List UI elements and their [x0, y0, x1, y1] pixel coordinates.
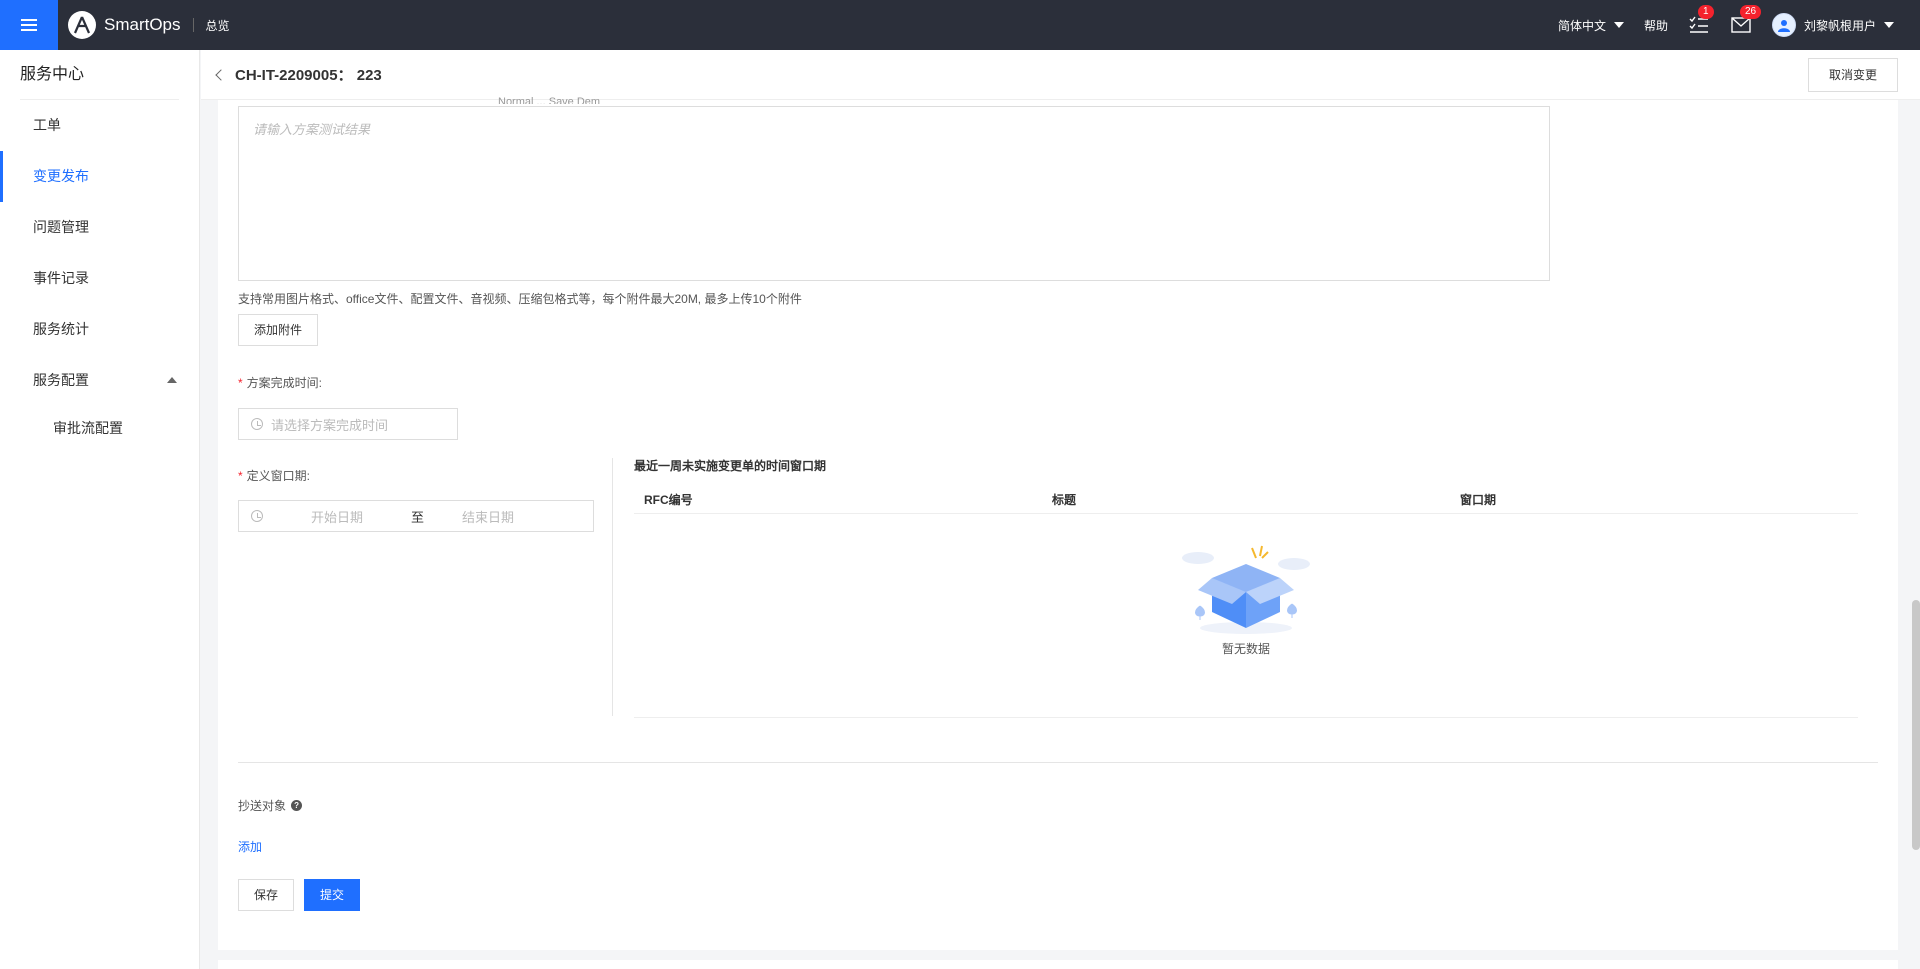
column-title: 标题	[1052, 493, 1077, 507]
divider	[612, 458, 613, 716]
nav-overview-link[interactable]: 总览	[206, 17, 230, 34]
empty-box-icon	[1182, 545, 1310, 634]
question-icon[interactable]: ?	[291, 800, 303, 811]
sidebar-item-change-release[interactable]: 变更发布	[0, 151, 199, 202]
divider	[192, 18, 194, 32]
app-logo[interactable]: SmartOps	[68, 11, 181, 39]
hamburger-menu-button[interactable]	[0, 0, 58, 50]
app-name: SmartOps	[104, 15, 181, 34]
window-table-title: 最近一周未实施变更单的时间窗口期	[634, 459, 827, 473]
completion-time-placeholder: 请选择方案完成时间	[271, 417, 389, 433]
window-table-header: RFC编号 标题 窗口期	[634, 478, 1858, 514]
completion-time-label: * 方案完成时间:	[238, 374, 322, 391]
help-link[interactable]: 帮助	[1644, 17, 1668, 34]
avatar	[1771, 13, 1796, 37]
cc-label-text: 抄送对象	[238, 799, 287, 813]
next-section-edge	[218, 960, 1898, 969]
window-date-range-picker[interactable]: 开始日期 至 结束日期	[238, 500, 594, 532]
submit-button[interactable]: 提交	[304, 879, 360, 911]
window-label-text: 定义窗口期:	[246, 469, 311, 483]
required-marker: *	[238, 469, 243, 483]
window-label: * 定义窗口期:	[238, 467, 310, 484]
range-separator: 至	[411, 509, 425, 525]
end-date-input[interactable]: 结束日期	[462, 507, 514, 526]
section-divider	[238, 762, 1878, 763]
messages-button[interactable]: 26	[1730, 5, 1762, 36]
attachment-hint: 支持常用图片格式、office文件、配置文件、音视频、压缩包格式等，每个附件最大…	[238, 292, 802, 306]
add-cc-link[interactable]: 添加	[238, 838, 262, 855]
window-table-empty: 暂无数据	[634, 514, 1858, 718]
sidebar: 服务中心 工单 变更发布 问题管理 事件记录 服务统计 服务配置 审批流配置	[0, 50, 200, 969]
table-row-partial: Normal ... Save Dem	[498, 96, 601, 104]
vertical-scrollbar[interactable]	[1912, 600, 1920, 850]
save-button[interactable]: 保存	[238, 879, 294, 911]
add-attachment-button[interactable]: 添加附件	[238, 314, 318, 346]
user-name: 刘黎帆根用户	[1803, 18, 1876, 33]
required-marker: *	[238, 376, 243, 390]
cc-recipients-label: 抄送对象 ?	[238, 797, 303, 814]
smartops-logo-icon	[68, 11, 96, 39]
test-result-textarea[interactable]: 请输入方案测试结果	[238, 106, 1550, 281]
start-date-input[interactable]: 开始日期	[311, 507, 363, 526]
completion-time-picker[interactable]: 请选择方案完成时间	[238, 408, 458, 440]
chevron-down-icon	[1613, 22, 1624, 28]
hamburger-icon	[21, 19, 37, 31]
language-selector[interactable]: 简体中文	[1558, 17, 1624, 34]
sidebar-item-label: 服务配置	[33, 372, 89, 388]
language-label: 简体中文	[1557, 18, 1606, 33]
sidebar-item-service-statistics[interactable]: 服务统计	[0, 304, 199, 355]
sidebar-item-service-config[interactable]: 服务配置	[0, 355, 199, 406]
column-rfc-number: RFC编号	[644, 493, 693, 507]
chevron-up-icon	[167, 377, 177, 383]
column-window: 窗口期	[1460, 493, 1497, 507]
sidebar-item-problem-management[interactable]: 问题管理	[0, 202, 199, 253]
user-menu[interactable]: 刘黎帆根用户	[1771, 13, 1894, 37]
back-arrow-icon[interactable]	[215, 68, 227, 81]
tasks-button[interactable]: 1	[1688, 5, 1714, 36]
top-navigation-bar: SmartOps 总览 简体中文 帮助 1 26 刘黎帆根用户	[0, 0, 1920, 50]
page-header: CH-IT-2209005： 223 取消变更	[201, 50, 1920, 100]
empty-data-text: 暂无数据	[1221, 642, 1270, 656]
mail-icon	[1731, 17, 1751, 33]
sidebar-item-tickets[interactable]: 工单	[0, 100, 199, 151]
sidebar-title: 服务中心	[20, 50, 179, 100]
messages-badge: 26	[1739, 5, 1762, 19]
sidebar-item-event-records[interactable]: 事件记录	[0, 253, 199, 304]
user-icon	[1777, 20, 1790, 32]
sidebar-subitem-approval-config[interactable]: 审批流配置	[0, 406, 199, 450]
tasks-badge: 1	[1697, 5, 1714, 19]
form-content: Normal ... Save Dem 请输入方案测试结果 支持常用图片格式、o…	[218, 96, 1898, 950]
clock-icon	[251, 418, 263, 430]
completion-time-label-text: 方案完成时间:	[246, 376, 323, 390]
chevron-down-icon	[1884, 22, 1894, 28]
cancel-change-button[interactable]: 取消变更	[1807, 58, 1898, 92]
clock-icon	[251, 510, 263, 522]
page-title: CH-IT-2209005： 223	[235, 67, 382, 84]
